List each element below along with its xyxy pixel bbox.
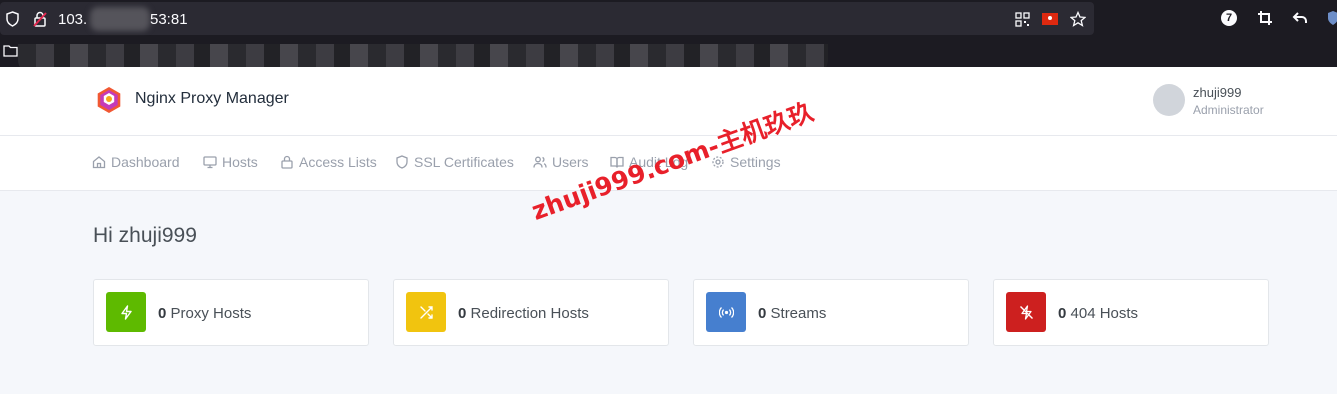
folder-icon[interactable] bbox=[3, 44, 18, 57]
nav-item-hosts[interactable]: Hosts bbox=[203, 154, 258, 170]
nav-label: Settings bbox=[730, 154, 781, 170]
nav-item-dashboard[interactable]: Dashboard bbox=[92, 154, 180, 170]
nav-item-access-lists[interactable]: Access Lists bbox=[280, 154, 377, 170]
stat-count: 0 bbox=[758, 305, 767, 322]
nav-label: Dashboard bbox=[111, 154, 180, 170]
monitor-icon bbox=[203, 156, 217, 169]
nav-item-users[interactable]: Users bbox=[533, 154, 589, 170]
stat-card-404-hosts[interactable]: 0 404 Hosts bbox=[993, 279, 1269, 346]
url-suffix: 53:81 bbox=[150, 11, 188, 28]
stat-card-streams[interactable]: 0 Streams bbox=[693, 279, 969, 346]
flag-icon bbox=[1042, 13, 1058, 25]
stat-card-proxy-hosts[interactable]: 0 Proxy Hosts bbox=[93, 279, 369, 346]
extension-icon[interactable] bbox=[1327, 10, 1337, 26]
nav-label: Access Lists bbox=[299, 154, 377, 170]
page-greeting: Hi zhuji999 bbox=[93, 224, 197, 247]
address-bar[interactable]: 103. 53:81 bbox=[0, 2, 1094, 35]
shuffle-icon bbox=[406, 292, 446, 332]
user-avatar[interactable] bbox=[1153, 84, 1185, 116]
qr-code-icon[interactable] bbox=[1015, 12, 1030, 27]
nav-item-ssl-certificates[interactable]: SSL Certificates bbox=[395, 154, 514, 170]
bookmark-star-icon[interactable] bbox=[1070, 11, 1086, 27]
nav-label: Users bbox=[552, 154, 589, 170]
nav-label: Hosts bbox=[222, 154, 258, 170]
user-role: Administrator bbox=[1193, 103, 1264, 117]
app-header: Nginx Proxy Manager zhuji999 Administrat… bbox=[0, 67, 1337, 136]
insecure-lock-icon[interactable] bbox=[33, 11, 47, 27]
stat-count: 0 bbox=[1058, 305, 1067, 322]
shield-icon bbox=[396, 155, 408, 169]
stat-text: 0 Proxy Hosts bbox=[158, 305, 251, 322]
url-prefix: 103. bbox=[58, 11, 88, 28]
nginx-proxy-manager-logo[interactable] bbox=[95, 86, 123, 114]
extension-badge-icon[interactable]: 7 bbox=[1221, 10, 1237, 26]
stat-card-redirection-hosts[interactable]: 0 Redirection Hosts bbox=[393, 279, 669, 346]
zap-off-icon bbox=[1006, 292, 1046, 332]
users-icon bbox=[533, 156, 547, 168]
stat-count: 0 bbox=[158, 305, 167, 322]
nav-label: SSL Certificates bbox=[414, 154, 514, 170]
stat-label: 404 Hosts bbox=[1070, 305, 1139, 322]
user-name[interactable]: zhuji999 bbox=[1193, 85, 1241, 100]
stat-label: Proxy Hosts bbox=[170, 305, 252, 322]
stat-count: 0 bbox=[458, 305, 467, 322]
home-icon bbox=[92, 156, 106, 169]
lock-icon bbox=[281, 155, 293, 169]
stat-text: 0 404 Hosts bbox=[1058, 305, 1138, 322]
stat-text: 0 Redirection Hosts bbox=[458, 305, 589, 322]
app-title[interactable]: Nginx Proxy Manager bbox=[135, 90, 289, 108]
undo-icon[interactable] bbox=[1292, 10, 1308, 26]
crop-icon[interactable] bbox=[1257, 10, 1273, 26]
browser-chrome: 103. 53:81 7 bbox=[0, 0, 1337, 74]
stat-label: Streams bbox=[770, 305, 827, 322]
url-redaction bbox=[90, 7, 150, 31]
zap-icon bbox=[106, 292, 146, 332]
radio-icon bbox=[706, 292, 746, 332]
stat-label: Redirection Hosts bbox=[470, 305, 589, 322]
shield-icon[interactable] bbox=[5, 11, 20, 27]
stat-text: 0 Streams bbox=[758, 305, 826, 322]
